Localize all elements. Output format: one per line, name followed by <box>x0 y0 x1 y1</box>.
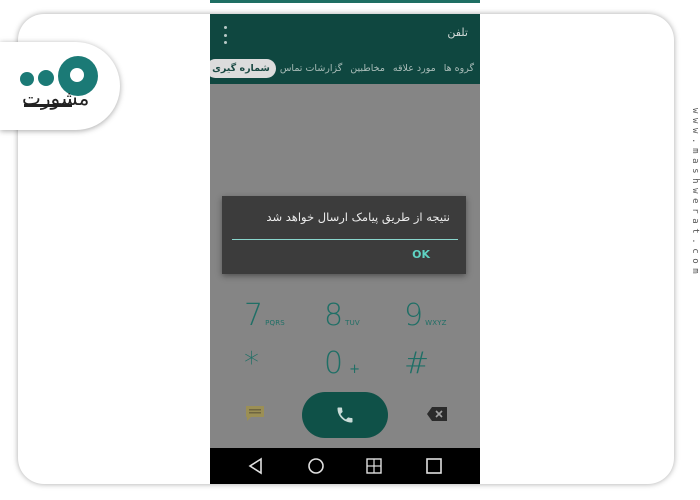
key-hash[interactable]: # <box>404 346 429 381</box>
dialog-message: نتیجه از طریق پیامک ارسال خواهد شد <box>266 210 450 224</box>
tab-bar: گروه ها مورد علاقه مخاطبین گزارشات تماس … <box>210 56 480 80</box>
home-icon[interactable] <box>306 456 326 476</box>
app-bar: تلفن گروه ها مورد علاقه مخاطبین گزارشات … <box>210 14 480 84</box>
tab-call-log[interactable]: گزارشات تماس <box>276 60 346 77</box>
recents-icon[interactable] <box>364 456 384 476</box>
top-accent-line <box>210 0 480 3</box>
overflow-menu-icon[interactable] <box>222 26 228 44</box>
key-digit: 0 <box>324 346 344 381</box>
key-8[interactable]: 8 TUV <box>324 298 360 333</box>
dialog-ok-button[interactable]: OK <box>412 248 430 261</box>
logo-underline <box>24 104 72 107</box>
dialog-divider <box>232 239 458 240</box>
back-icon[interactable] <box>246 456 266 476</box>
call-button[interactable] <box>302 392 388 438</box>
logo-dot-inner <box>70 68 84 82</box>
tab-favorites[interactable]: مورد علاقه <box>389 60 440 77</box>
key-digit: 9 <box>404 298 424 333</box>
key-9[interactable]: 9 WXYZ <box>404 298 447 333</box>
watermark-url: www.mashwerat.com <box>690 108 700 279</box>
result-dialog: نتیجه از طریق پیامک ارسال خواهد شد OK <box>222 196 466 274</box>
tab-groups[interactable]: گروه ها <box>440 60 478 77</box>
key-letters: TUV <box>345 319 360 327</box>
key-star[interactable]: * <box>244 346 259 381</box>
phone-icon <box>337 407 353 423</box>
key-0[interactable]: 0 + <box>324 346 360 381</box>
tab-contacts[interactable]: مخاطبین <box>346 60 389 77</box>
app-title: تلفن <box>447 26 468 39</box>
key-digit: # <box>404 346 430 381</box>
backspace-icon[interactable] <box>426 406 448 422</box>
key-letters: PQRS <box>265 319 285 327</box>
tab-dialer[interactable]: شماره گیری <box>210 58 276 78</box>
key-digit: 8 <box>324 298 344 333</box>
key-letters: WXYZ <box>425 319 447 327</box>
sms-icon[interactable] <box>244 404 266 422</box>
key-digit: 7 <box>244 298 264 333</box>
logo-dot <box>20 72 34 86</box>
key-letters: + <box>349 362 361 377</box>
logo-dot <box>38 70 54 86</box>
phone-screen: تلفن گروه ها مورد علاقه مخاطبین گزارشات … <box>210 14 480 484</box>
key-digit: * <box>244 346 259 381</box>
square-icon[interactable] <box>424 456 444 476</box>
navigation-bar <box>210 448 480 484</box>
key-7[interactable]: 7 PQRS <box>244 298 285 333</box>
